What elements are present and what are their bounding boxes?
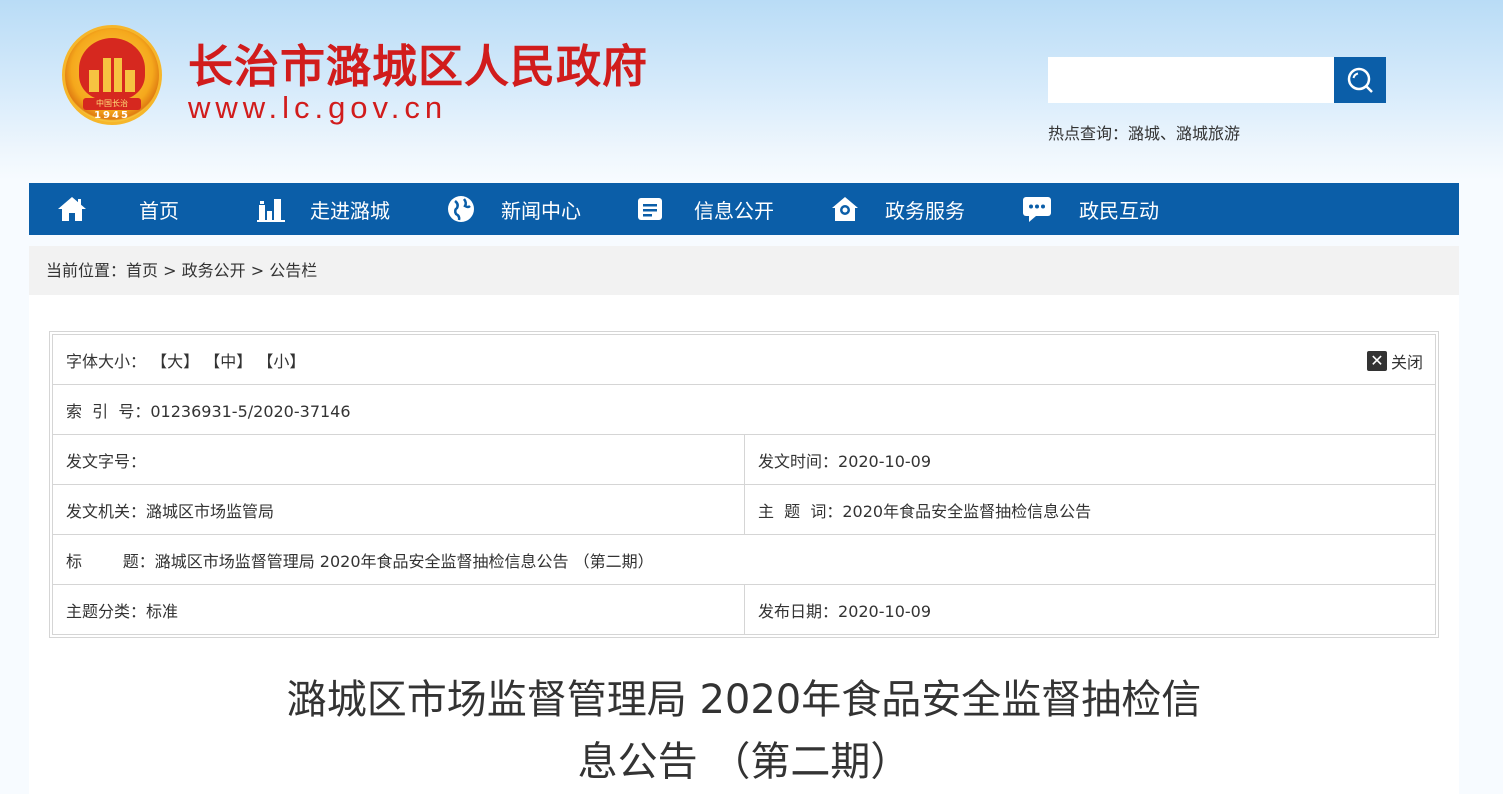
emblem-building xyxy=(114,58,122,92)
subject-cell: 主 题 词：2020年食品安全监督抽检信息公告 xyxy=(744,484,1436,535)
document-icon xyxy=(633,194,667,224)
doc-number-cell: 发文字号： xyxy=(52,434,745,485)
nav-item-news[interactable]: 新闻中心 xyxy=(444,183,581,235)
font-size-medium[interactable]: 【中】 xyxy=(204,352,252,371)
search-button[interactable] xyxy=(1334,57,1386,103)
nav-label: 政民互动 xyxy=(1079,198,1159,223)
publish-date-label: 发布日期： xyxy=(758,601,839,621)
subject-label: 主 题 词： xyxy=(758,501,843,521)
globe-icon xyxy=(444,194,478,224)
hot-link-lucheng-travel[interactable]: 潞城旅游 xyxy=(1176,124,1240,143)
category-value: 标准 xyxy=(146,601,179,621)
font-size-row: 字体大小： 【大】 【中】 【小】 ✕ 关闭 xyxy=(52,334,1436,385)
nav-label: 政务服务 xyxy=(885,198,965,223)
nav-label: 新闻中心 xyxy=(501,198,581,223)
font-size-label: 字体大小： xyxy=(66,351,147,371)
search-icon xyxy=(1347,67,1373,93)
article-title: 潞城区市场监督管理局 2020年食品安全监督抽检信 息公告 （第二期） xyxy=(209,669,1279,793)
category-label: 主题分类： xyxy=(66,601,147,621)
font-size-large[interactable]: 【大】 xyxy=(151,352,199,371)
breadcrumb-prefix: 当前位置： xyxy=(46,261,127,280)
site-logo-emblem[interactable]: 中国长治 1945 xyxy=(62,25,162,125)
title-label: 标 题： xyxy=(66,551,155,571)
emblem-building xyxy=(103,58,111,92)
nav-item-services[interactable]: 政务服务 xyxy=(828,183,965,235)
issue-time-label: 发文时间： xyxy=(758,451,839,471)
nav-item-info[interactable]: 信息公开 xyxy=(633,183,774,235)
main-nav: 首页 走进潞城 新闻中心 信息公开 政务服务 政民互动 xyxy=(29,183,1459,235)
issuer-label: 发文机关： xyxy=(66,501,147,521)
emblem-building xyxy=(125,70,135,92)
close-label: 关闭 xyxy=(1390,353,1423,372)
subject-value: 2020年食品安全监督抽检信息公告 xyxy=(842,501,1092,521)
category-cell: 主题分类：标准 xyxy=(52,584,745,635)
nav-item-about[interactable]: 走进潞城 xyxy=(254,183,390,235)
issue-time-cell: 发文时间：2020-10-09 xyxy=(744,434,1436,485)
home-icon xyxy=(55,194,89,224)
emblem-band-text: 中国长治 xyxy=(83,98,141,110)
doc-number-label: 发文字号： xyxy=(66,451,147,471)
breadcrumb: 当前位置：首页 > 政务公开 > 公告栏 xyxy=(29,246,1459,295)
document-meta-table: 字体大小： 【大】 【中】 【小】 ✕ 关闭 索 引 号：01236931-5/… xyxy=(52,334,1436,635)
chat-icon xyxy=(1020,194,1054,224)
article-title-line: 潞城区市场监督管理局 2020年食品安全监督抽检信 xyxy=(286,677,1202,723)
emblem-year: 1945 xyxy=(94,110,130,121)
document-meta-box: 字体大小： 【大】 【中】 【小】 ✕ 关闭 索 引 号：01236931-5/… xyxy=(49,331,1439,638)
breadcrumb-sep: > xyxy=(245,261,270,280)
article-title-line: 息公告 （第二期） xyxy=(577,739,911,785)
nav-label: 走进潞城 xyxy=(310,198,390,223)
index-label: 索 引 号： xyxy=(66,401,151,421)
emblem-building xyxy=(89,70,99,92)
index-value: 01236931-5/2020-37146 xyxy=(150,401,351,421)
hot-search-label: 热点查询： xyxy=(1048,124,1129,143)
index-row: 索 引 号：01236931-5/2020-37146 xyxy=(52,384,1436,435)
publish-date-cell: 发布日期：2020-10-09 xyxy=(744,584,1436,635)
nav-item-interaction[interactable]: 政民互动 xyxy=(1020,183,1159,235)
close-icon: ✕ xyxy=(1366,351,1387,371)
site-title[interactable]: 长治市潞城区人民政府 xyxy=(188,30,648,95)
nav-label: 信息公开 xyxy=(694,198,774,223)
publish-date-value: 2020-10-09 xyxy=(838,601,931,621)
breadcrumb-gov-affairs[interactable]: 政务公开 xyxy=(182,261,246,280)
issuer-cell: 发文机关：潞城区市场监管局 xyxy=(52,484,745,535)
breadcrumb-home[interactable]: 首页 xyxy=(126,261,158,280)
site-url: www.lc.gov.cn xyxy=(188,90,448,125)
emblem-red-field xyxy=(79,38,145,100)
hot-link-lucheng[interactable]: 潞城 xyxy=(1128,124,1160,143)
hot-separator: 、 xyxy=(1160,124,1177,143)
content-panel: 字体大小： 【大】 【中】 【小】 ✕ 关闭 索 引 号：01236931-5/… xyxy=(29,295,1459,794)
font-size-small[interactable]: 【小】 xyxy=(257,352,305,371)
breadcrumb-bulletin[interactable]: 公告栏 xyxy=(269,261,317,280)
title-row: 标 题：潞城区市场监督管理局 2020年食品安全监督抽检信息公告 （第二期） xyxy=(52,534,1436,585)
breadcrumb-sep: > xyxy=(158,261,182,280)
site-header: 中国长治 1945 长治市潞城区人民政府 www.lc.gov.cn 热点查询：… xyxy=(0,0,1503,183)
issuer-value: 潞城区市场监管局 xyxy=(146,501,275,521)
close-button[interactable]: ✕ 关闭 xyxy=(1366,349,1423,373)
title-value: 潞城区市场监督管理局 2020年食品安全监督抽检信息公告 （第二期） xyxy=(154,551,654,571)
issue-time-value: 2020-10-09 xyxy=(838,451,931,471)
hot-search: 热点查询：潞城、潞城旅游 xyxy=(1048,120,1240,144)
nav-label: 首页 xyxy=(139,198,179,223)
service-icon xyxy=(828,194,862,224)
search-input[interactable] xyxy=(1048,57,1334,103)
buildings-icon xyxy=(254,194,288,224)
nav-item-home[interactable]: 首页 xyxy=(55,183,179,235)
